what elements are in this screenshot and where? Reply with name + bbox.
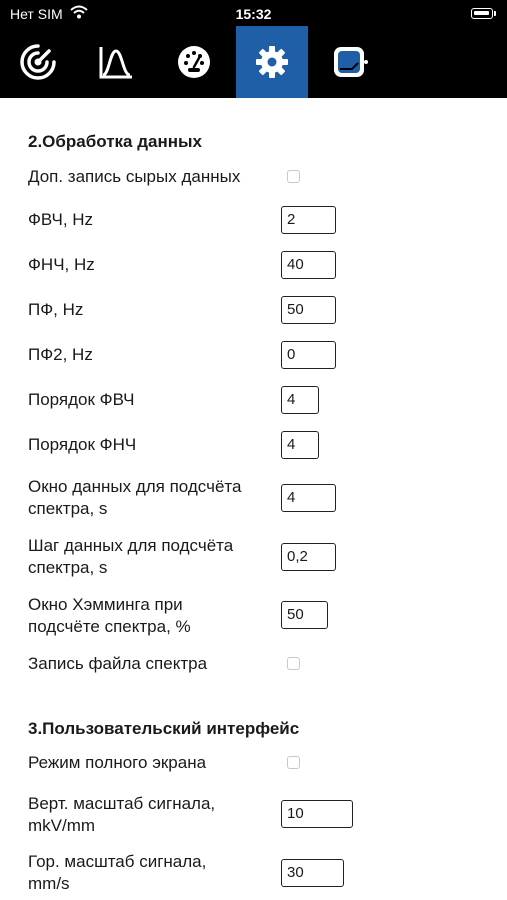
spectrum-file-label: Запись файла спектра (28, 654, 208, 673)
battery-icon (471, 8, 493, 19)
hamming-input[interactable]: 50 (281, 601, 328, 629)
raw-record-checkbox[interactable] (287, 170, 300, 183)
hamming-label: Окно Хэмминга при подсчёте спектра, % (28, 594, 191, 638)
spectrum-window-label-line1: Окно данных для подсчёта (28, 477, 242, 496)
spectrum-file-checkbox[interactable] (287, 657, 300, 670)
spectrum-window-label: Окно данных для подсчёта спектра, s (28, 476, 241, 520)
lpf-order-label: Порядок ФНЧ (28, 435, 137, 454)
spectrum-step-input[interactable]: 0,2 (281, 543, 336, 571)
top-bar: Нет SIM 15:32 (0, 0, 507, 98)
spectrum-step-label: Шаг данных для подсчёта спектра, s (28, 535, 233, 579)
hpf-input[interactable]: 2 (281, 206, 336, 234)
fullscreen-checkbox[interactable] (287, 756, 300, 769)
radar-icon (20, 44, 56, 80)
vert-scale-input[interactable]: 10 (281, 800, 353, 828)
tab-device[interactable] (314, 26, 386, 98)
hamming-label-line1: Окно Хэмминга при (28, 595, 183, 614)
tab-gauge[interactable] (158, 26, 230, 98)
hor-scale-label: Гор. масштаб сигнала, mm/s (28, 851, 206, 895)
tab-radar[interactable] (2, 26, 74, 98)
section-title-user-interface: 3.Пользовательский интерфейс (28, 719, 300, 738)
notch2-label: ПФ2, Hz (28, 345, 93, 364)
lpf-order-input[interactable]: 4 (281, 431, 319, 459)
hpf-order-input[interactable]: 4 (281, 386, 319, 414)
spectrum-step-label-line1: Шаг данных для подсчёта (28, 536, 234, 555)
notch-label: ПФ, Hz (28, 300, 84, 319)
spectrum-window-label-line2: спектра, s (28, 499, 108, 518)
hor-scale-label-line1: Гор. масштаб сигнала, (28, 852, 207, 871)
vert-scale-label-line1: Верт. масштаб сигнала, (28, 794, 216, 813)
raw-record-label: Доп. запись сырых данных (28, 167, 241, 186)
tab-settings[interactable] (236, 26, 308, 98)
tab-bar (0, 26, 507, 98)
gauge-icon (178, 46, 210, 78)
gear-icon (256, 46, 288, 78)
status-bar: Нет SIM 15:32 (0, 0, 507, 28)
battery-cap (494, 11, 496, 16)
hamming-label-line2: подсчёте спектра, % (28, 617, 191, 636)
notch2-input[interactable]: 0 (281, 341, 336, 369)
spectrum-step-label-line2: спектра, s (28, 558, 108, 577)
lpf-input[interactable]: 40 (281, 251, 336, 279)
vert-scale-label: Верт. масштаб сигнала, mkV/mm (28, 793, 215, 837)
spectrum-window-input[interactable]: 4 (281, 484, 336, 512)
lpf-label: ФНЧ, Hz (28, 255, 95, 274)
notch-input[interactable]: 50 (281, 296, 336, 324)
clock: 15:32 (235, 6, 272, 22)
spectrum-curve-icon (99, 47, 132, 79)
tab-spectrum[interactable] (80, 26, 152, 98)
fullscreen-label: Режим полного экрана (28, 753, 207, 772)
device-settings-icon (334, 47, 368, 77)
vert-scale-label-line2: mkV/mm (28, 816, 96, 835)
hpf-label: ФВЧ, Hz (28, 210, 94, 229)
hor-scale-input[interactable]: 30 (281, 859, 344, 887)
hpf-order-label: Порядок ФВЧ (28, 390, 135, 409)
section-title-data-processing: 2.Обработка данных (28, 132, 202, 151)
hor-scale-label-line2: mm/s (28, 874, 70, 893)
